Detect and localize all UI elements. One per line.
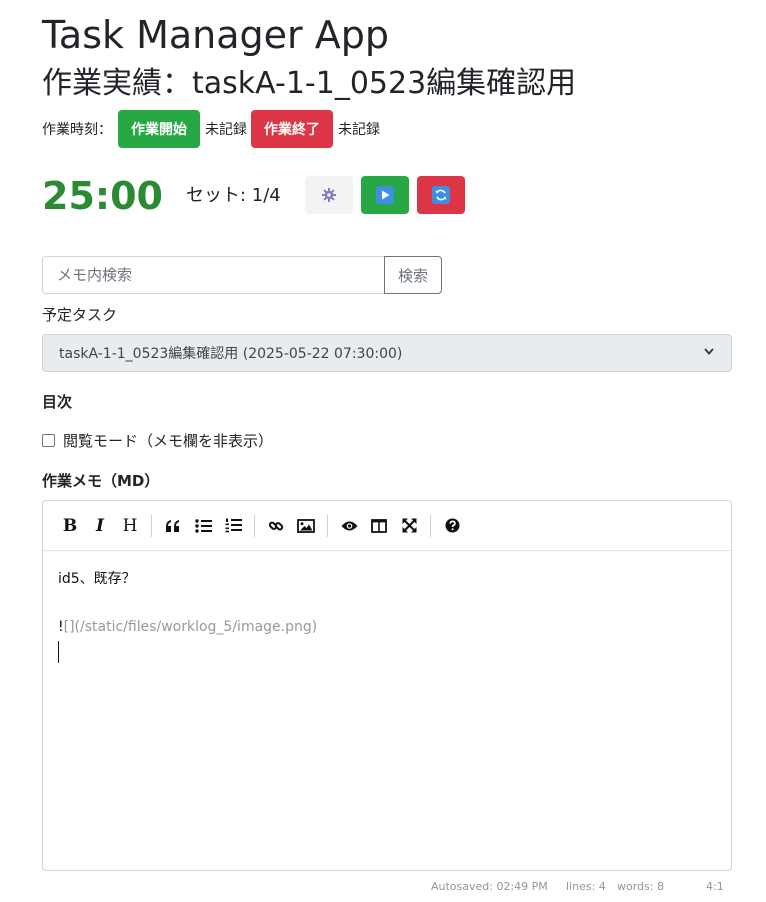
memo-heading: 作業メモ（MD）: [42, 472, 160, 490]
view-mode-label: 閲覧モード（メモ欄を非表示）: [63, 432, 274, 450]
word-count: words: 8: [617, 880, 664, 893]
gear-icon: [320, 186, 338, 204]
timer-settings-button[interactable]: [305, 176, 353, 214]
fullscreen-icon: [402, 518, 416, 533]
toolbar-divider: [430, 514, 431, 537]
unordered-list-button[interactable]: [188, 511, 218, 541]
autosave-status: Autosaved: 02:49 PM: [431, 880, 548, 893]
memo-search-button[interactable]: 検索: [384, 256, 442, 294]
work-end-value: 未記録: [338, 122, 380, 138]
app-title: Task Manager App: [42, 13, 389, 57]
link-icon: [268, 521, 284, 530]
planned-task-selected-value: taskA-1-1_0523編集確認用 (2025-05-22 07:30:00…: [59, 346, 403, 362]
memo-image-markdown: [](/static/files/worklog_5/image.png): [63, 619, 318, 635]
editor-toolbar: B I H: [43, 501, 731, 551]
view-mode-checkbox[interactable]: [42, 434, 55, 447]
work-time-row: 作業時刻： 作業開始 未記録 作業終了 未記録: [42, 110, 384, 148]
text-cursor: [58, 641, 59, 663]
memo-image-line: ![](/static/files/worklog_5/image.png): [58, 615, 716, 639]
work-time-label: 作業時刻：: [42, 122, 112, 138]
work-start-button[interactable]: 作業開始: [118, 110, 200, 148]
image-button[interactable]: [291, 511, 321, 541]
list-ol-icon: [225, 518, 242, 533]
heading-button[interactable]: H: [115, 511, 145, 541]
italic-button[interactable]: I: [85, 511, 115, 541]
editor-content[interactable]: id5、既存？ ![](/static/files/worklog_5/imag…: [43, 551, 731, 679]
quote-button[interactable]: [158, 511, 188, 541]
ordered-list-button[interactable]: [218, 511, 248, 541]
list-ul-icon: [194, 518, 212, 533]
work-end-button[interactable]: 作業終了: [251, 110, 333, 148]
side-by-side-button[interactable]: [364, 511, 394, 541]
view-mode-toggle[interactable]: 閲覧モード（メモ欄を非表示）: [42, 430, 273, 451]
chevron-down-icon: [703, 345, 715, 361]
quote-icon: [166, 519, 179, 532]
page: Task Manager App 作業実績：taskA-1-1_0523編集確認…: [0, 0, 766, 902]
help-icon: [445, 518, 459, 533]
pomodoro-set-counter: セット: 1/4: [186, 185, 281, 206]
toolbar-divider: [327, 514, 328, 537]
pomodoro-timer: 25:00: [42, 174, 163, 218]
memo-search-input[interactable]: [42, 256, 385, 294]
markdown-editor: B I H id5、既存？ ![](/static/files/worklog_…: [42, 500, 732, 871]
planned-task-label: 予定タスク: [42, 306, 118, 324]
help-button[interactable]: [437, 511, 467, 541]
memo-line: id5、既存？: [58, 571, 136, 587]
fullscreen-button[interactable]: [394, 511, 424, 541]
reset-icon: [432, 186, 450, 204]
planned-task-select[interactable]: taskA-1-1_0523編集確認用 (2025-05-22 07:30:00…: [42, 334, 732, 372]
eye-icon: [341, 521, 357, 530]
columns-icon: [371, 518, 387, 533]
work-start-value: 未記録: [205, 122, 247, 138]
toolbar-divider: [151, 514, 152, 537]
toc-heading: 目次: [42, 393, 73, 411]
bold-button[interactable]: B: [55, 511, 85, 541]
timer-reset-button[interactable]: [417, 176, 465, 214]
cursor-position: 4:1: [706, 880, 724, 893]
link-button[interactable]: [261, 511, 291, 541]
page-title: 作業実績：taskA-1-1_0523編集確認用: [42, 66, 577, 101]
preview-button[interactable]: [334, 511, 364, 541]
image-icon: [297, 518, 315, 533]
play-icon: [376, 186, 394, 204]
timer-play-button[interactable]: [361, 176, 409, 214]
toolbar-divider: [254, 514, 255, 537]
line-count: lines: 4: [566, 880, 606, 893]
